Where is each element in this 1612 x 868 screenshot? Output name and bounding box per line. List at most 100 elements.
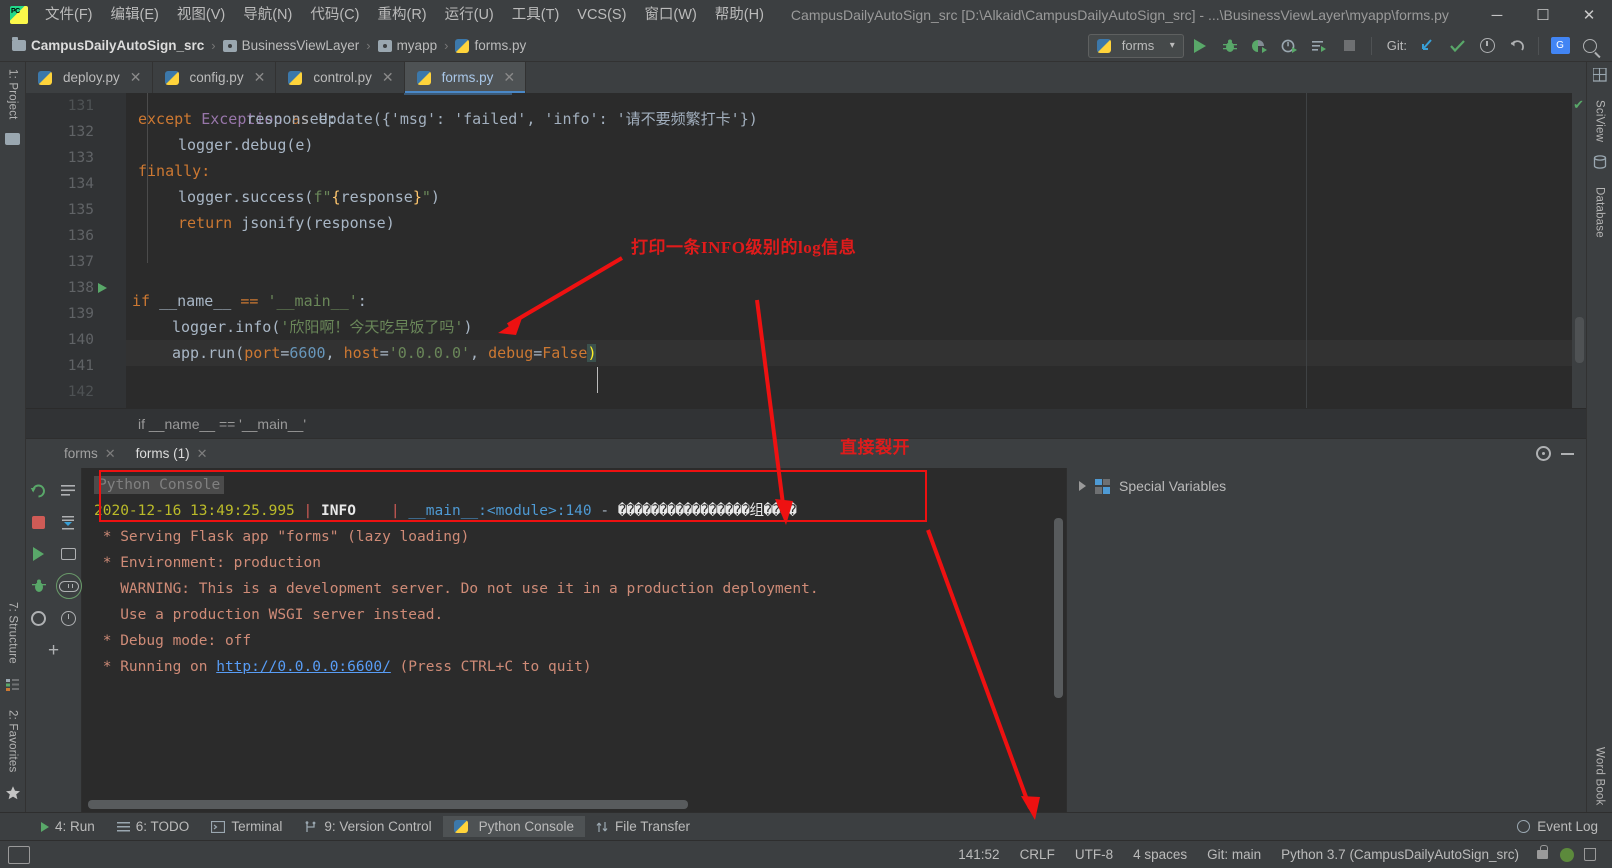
soft-wrap-button[interactable] (56, 477, 82, 503)
editor-breadcrumb[interactable]: if __name__ == '__main__' (26, 408, 1586, 438)
resume-button[interactable] (26, 541, 52, 567)
structure-icon[interactable] (5, 677, 20, 697)
minimize-icon[interactable] (1561, 452, 1574, 455)
rerun-button[interactable] (26, 477, 52, 503)
minimize-button[interactable]: ─ (1474, 0, 1520, 30)
indent-setting[interactable]: 4 spaces (1123, 844, 1197, 865)
special-variables-node[interactable]: Special Variables (1067, 468, 1586, 504)
bottom-item-todo[interactable]: 6: TODO (106, 816, 201, 837)
bottom-item-version-control[interactable]: 9: Version Control (293, 816, 442, 837)
close-icon[interactable]: ✕ (197, 446, 208, 462)
menu-edit[interactable]: 编辑(E) (102, 1, 168, 29)
new-console-button[interactable]: + (41, 637, 67, 663)
console-tab-forms[interactable]: forms ✕ (54, 443, 126, 465)
breadcrumb-myapp[interactable]: myapp (374, 36, 442, 55)
git-rollback-button[interactable] (1503, 33, 1531, 59)
stop-console-button[interactable] (26, 509, 52, 535)
breadcrumb-forms-py[interactable]: forms.py (451, 36, 530, 55)
search-everywhere-button[interactable] (1576, 33, 1604, 59)
editor-gutter[interactable]: 131 132 133 134 135 136 137 138 139 140 … (26, 93, 127, 408)
settings-button[interactable] (26, 605, 52, 631)
profile-button[interactable] (1276, 33, 1304, 59)
menu-navigate[interactable]: 导航(N) (234, 1, 301, 29)
run-gutter-icon[interactable] (98, 275, 107, 297)
database-icon[interactable] (1593, 155, 1607, 174)
console-vertical-scrollbar[interactable] (1054, 518, 1063, 698)
console-tab-forms-1[interactable]: forms (1) ✕ (126, 443, 218, 465)
editor-scrollbar-thumb[interactable] (1575, 317, 1584, 363)
google-translate-button[interactable]: G (1546, 33, 1574, 59)
run-with-console-button[interactable] (1306, 33, 1334, 59)
menu-code[interactable]: 代码(C) (301, 1, 368, 29)
git-update-button[interactable] (1413, 33, 1441, 59)
sidebar-item-project[interactable]: 1: Project (7, 62, 19, 127)
close-icon[interactable]: ✕ (254, 69, 266, 86)
bottom-item-file-transfer[interactable]: File Transfer (585, 816, 701, 837)
menu-window[interactable]: 窗口(W) (635, 1, 705, 29)
console-horizontal-scrollbar[interactable] (88, 800, 688, 809)
python-interpreter[interactable]: Python 3.7 (CampusDailyAutoSign_src) (1271, 844, 1529, 865)
run-with-coverage-button[interactable] (1246, 33, 1274, 59)
menu-run[interactable]: 运行(U) (436, 1, 503, 29)
maximize-button[interactable]: ☐ (1520, 0, 1566, 30)
lock-icon[interactable] (1537, 845, 1548, 859)
favorites-star-icon[interactable] (5, 785, 21, 806)
close-icon[interactable]: ✕ (382, 69, 394, 86)
close-button[interactable]: ✕ (1566, 0, 1612, 30)
debug-console-button[interactable] (26, 573, 52, 599)
close-icon[interactable]: ✕ (130, 69, 142, 86)
menu-help[interactable]: 帮助(H) (706, 1, 773, 29)
menu-refactor[interactable]: 重构(R) (368, 1, 435, 29)
line-separator[interactable]: CRLF (1010, 844, 1065, 865)
git-history-button[interactable] (1473, 33, 1501, 59)
server-url-link[interactable]: http://0.0.0.0:6600/ (216, 659, 391, 675)
tab-deploy-py[interactable]: deploy.py ✕ (26, 62, 153, 93)
gear-icon[interactable] (1536, 446, 1551, 461)
error-stripe-scrollbar[interactable]: ✔ (1572, 93, 1586, 408)
menu-vcs[interactable]: VCS(S) (568, 1, 635, 29)
breadcrumb-separator: › (444, 38, 449, 53)
event-log-icon (1517, 820, 1531, 833)
console-output[interactable]: Python Console 2020-12-16 13:49:25.995 |… (82, 468, 1066, 812)
show-variables-button[interactable] (55, 573, 82, 599)
menu-view[interactable]: 视图(V) (168, 1, 234, 29)
breadcrumb-project[interactable]: CampusDailyAutoSign_src (8, 36, 208, 55)
stop-button[interactable] (1336, 33, 1364, 59)
trash-icon[interactable] (1584, 848, 1596, 861)
sidebar-item-word-book[interactable]: Word Book (1594, 740, 1606, 812)
print-button[interactable] (56, 541, 82, 567)
bottom-item-run[interactable]: 4: Run (30, 816, 106, 837)
toggle-tool-windows-button[interactable] (8, 845, 30, 864)
sidebar-item-sciview[interactable]: SciView (1594, 93, 1606, 149)
sidebar-item-structure[interactable]: 7: Structure (7, 595, 19, 671)
sidebar-item-database[interactable]: Database (1594, 180, 1606, 245)
sidebar-item-favorites[interactable]: 2: Favorites (7, 703, 19, 779)
menu-tools[interactable]: 工具(T) (503, 1, 569, 29)
history-button[interactable] (56, 605, 82, 631)
git-branch[interactable]: Git: main (1197, 844, 1271, 865)
bottom-item-terminal[interactable]: Terminal (200, 816, 293, 837)
scroll-to-end-button[interactable] (56, 509, 82, 535)
close-icon[interactable]: ✕ (503, 69, 515, 86)
tab-forms-py[interactable]: forms.py ✕ (404, 62, 527, 93)
run-button[interactable] (1186, 33, 1214, 59)
tab-config-py[interactable]: config.py ✕ (153, 62, 277, 93)
debug-button[interactable] (1216, 33, 1244, 59)
file-encoding[interactable]: UTF-8 (1065, 844, 1123, 865)
run-configuration-selector[interactable]: forms ▾ (1087, 33, 1184, 58)
breadcrumb-businessviewlayer[interactable]: BusinessViewLayer (219, 36, 364, 55)
code-editor[interactable]: 131 132 133 134 135 136 137 138 139 140 … (26, 93, 1586, 408)
caret-position[interactable]: 141:52 (948, 844, 1009, 865)
menu-file[interactable]: 文件(F) (36, 1, 102, 29)
code-content[interactable]: responseUpdate({'msg': 'failed', 'info':… (126, 93, 1586, 408)
memory-indicator-icon[interactable] (1560, 847, 1574, 862)
sciview-grid-icon[interactable] (1591, 67, 1607, 87)
tab-control-py[interactable]: control.py ✕ (276, 62, 405, 93)
project-files-icon[interactable] (5, 132, 20, 145)
close-icon[interactable]: ✕ (105, 446, 116, 462)
event-log-button[interactable]: Event Log (1517, 819, 1612, 834)
expand-triangle-icon[interactable] (1079, 481, 1086, 491)
git-commit-button[interactable] (1443, 33, 1471, 59)
bottom-item-python-console[interactable]: Python Console (442, 816, 585, 837)
tab-label: control.py (313, 70, 372, 85)
